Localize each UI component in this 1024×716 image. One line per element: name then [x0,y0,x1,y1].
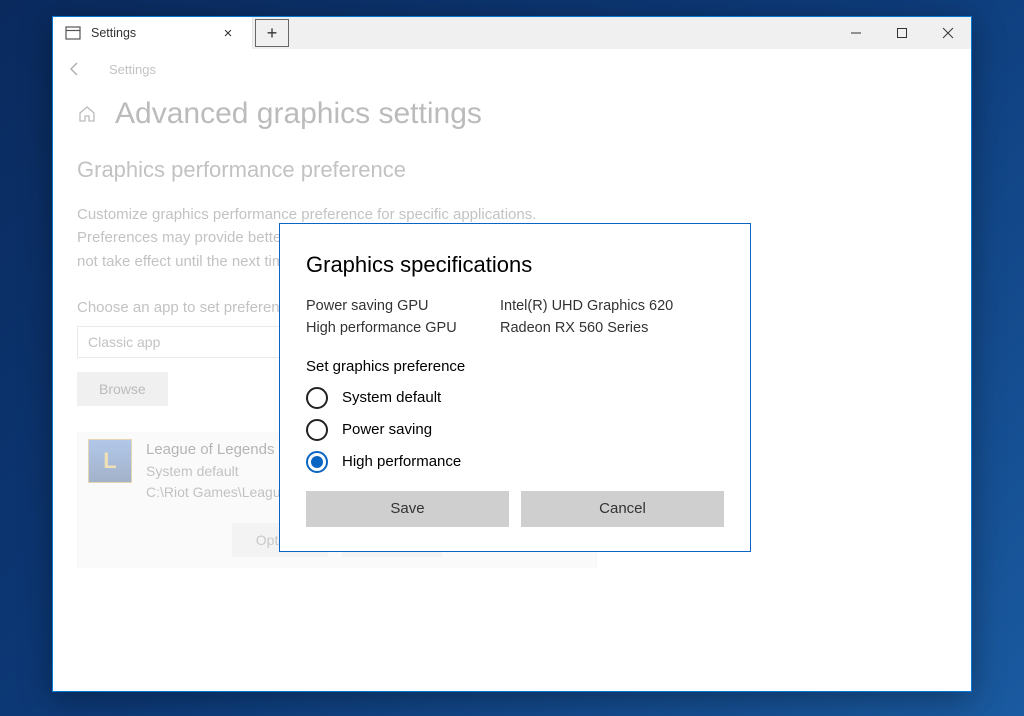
radio-label: High performance [342,453,461,470]
minimize-button[interactable] [833,17,879,49]
power-gpu-label: Power saving GPU [306,296,490,318]
power-gpu-value: Intel(R) UHD Graphics 620 [500,296,724,318]
plus-icon: + [267,24,278,42]
dialog-actions: Save Cancel [306,491,724,527]
maximize-button[interactable] [879,17,925,49]
new-tab-button[interactable]: + [255,19,289,47]
window-controls [833,17,971,49]
spec-row-high: High performance GPU Radeon RX 560 Serie… [306,318,724,340]
title-bar: Settings × + [53,17,971,49]
radio-power-saving[interactable]: Power saving [306,419,724,441]
graphics-spec-dialog: Graphics specifications Power saving GPU… [279,223,751,552]
settings-app-icon [65,25,81,41]
dialog-title: Graphics specifications [306,252,724,278]
radio-label: Power saving [342,421,432,438]
set-preference-heading: Set graphics preference [306,358,724,375]
radio-high-performance[interactable]: High performance [306,451,724,473]
close-button[interactable] [925,17,971,49]
cancel-button[interactable]: Cancel [521,491,724,527]
tab-close-button[interactable]: × [216,25,240,42]
tab-label: Settings [91,26,206,40]
radio-icon-selected [306,451,328,473]
save-button[interactable]: Save [306,491,509,527]
high-gpu-label: High performance GPU [306,318,490,340]
spec-row-power: Power saving GPU Intel(R) UHD Graphics 6… [306,296,724,318]
radio-label: System default [342,389,441,406]
radio-system-default[interactable]: System default [306,387,724,409]
radio-icon [306,387,328,409]
radio-icon [306,419,328,441]
settings-window: Settings × + Settings Advanced g [52,16,972,692]
high-gpu-value: Radeon RX 560 Series [500,318,724,340]
tab-settings[interactable]: Settings × [53,17,253,49]
